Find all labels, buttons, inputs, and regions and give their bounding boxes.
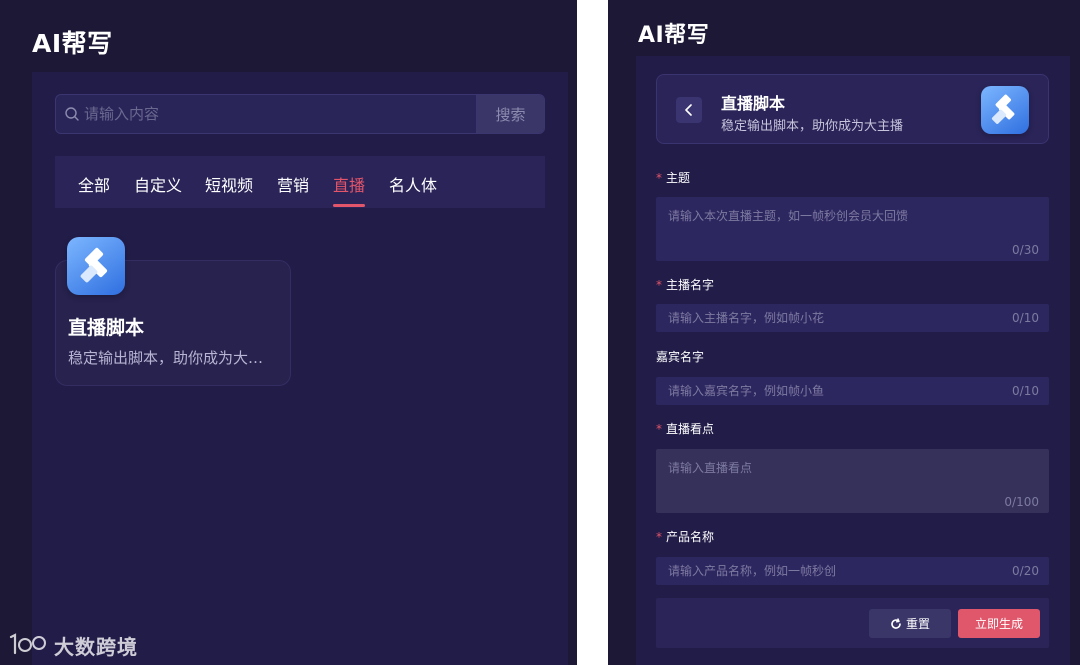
form-area: 直播脚本 稳定输出脚本，助你成为大主播 *主题 0/30 *主播名字 0/10: [636, 56, 1070, 665]
host-name-label: * 主播名字: [656, 278, 715, 292]
watermark-text: 大数跨境: [54, 634, 138, 659]
generate-button[interactable]: 立即生成: [958, 609, 1040, 638]
form-footer: 重置 立即生成: [656, 598, 1049, 648]
required-mark: *: [656, 171, 662, 185]
highlights-label: * 直播看点: [656, 422, 715, 436]
topic-field[interactable]: 0/30: [656, 197, 1049, 261]
watermark: 大数跨境: [8, 630, 138, 660]
tab-marketing[interactable]: 营销: [277, 172, 309, 196]
topic-char-count: 0/30: [1012, 243, 1039, 257]
product-name-field[interactable]: 0/20: [656, 557, 1049, 585]
topic-label: * 主题: [656, 171, 691, 185]
highlights-input[interactable]: [668, 459, 988, 489]
detail-panel: AI帮写 直播脚本 稳定输出脚本，助你成为大主播 * 主题 请输入本次直播主题，…: [608, 0, 1080, 665]
app-tile-icon: [981, 86, 1029, 134]
template-title: 直播脚本: [721, 94, 786, 113]
search-icon: [65, 107, 79, 121]
product-name-char-count: 0/20: [1012, 564, 1039, 578]
tab-all[interactable]: 全部: [78, 172, 110, 196]
host-name-field[interactable]: 0/10: [656, 304, 1049, 332]
page-title: AI帮写: [638, 23, 710, 48]
back-button[interactable]: [676, 97, 702, 123]
template-header: 直播脚本 稳定输出脚本，助你成为大主播: [656, 74, 1049, 144]
category-tabs: 全部 自定义 短视频 营销 直播 名人体: [55, 156, 545, 208]
topic-input[interactable]: [668, 207, 988, 237]
guest-name-field[interactable]: 0/10: [656, 377, 1049, 405]
list-panel: AI帮写 搜索 全部 自定义 短视频 营销 直播 名人体 直播脚本 稳定输出脚本…: [0, 0, 577, 665]
guest-name-input[interactable]: [668, 377, 988, 405]
search-input[interactable]: [84, 95, 474, 133]
content-area: 搜索 全部 自定义 短视频 营销 直播 名人体 直播脚本 稳定输出脚本，助你成为…: [32, 72, 568, 665]
template-subtitle: 稳定输出脚本，助你成为大主播: [721, 119, 904, 134]
guest-name-label: 嘉宾名字: [656, 350, 705, 364]
tab-short-video[interactable]: 短视频: [205, 172, 253, 196]
chevron-left-icon: [685, 104, 692, 116]
product-name-input[interactable]: [668, 557, 988, 585]
reset-label: 重置: [905, 617, 930, 631]
100-logo-icon: [9, 633, 46, 655]
highlights-char-count: 0/100: [1004, 495, 1039, 509]
highlights-field[interactable]: 0/100: [656, 449, 1049, 513]
required-mark: *: [656, 530, 662, 544]
product-name-label: * 产品名称: [656, 530, 715, 544]
required-mark: *: [656, 422, 662, 436]
card-title: 直播脚本: [68, 317, 145, 339]
generate-label: 立即生成: [974, 617, 1023, 631]
refresh-icon: [891, 617, 901, 629]
host-name-char-count: 0/10: [1012, 311, 1039, 325]
tab-livestream[interactable]: 直播: [333, 172, 365, 196]
host-name-input[interactable]: [668, 304, 988, 332]
reset-button[interactable]: 重置: [869, 609, 951, 638]
search-bar: 搜索: [55, 94, 545, 134]
app-tile-icon: [67, 237, 125, 295]
required-mark: *: [656, 278, 662, 292]
page-title: AI帮写: [32, 29, 113, 58]
active-tab-indicator: [333, 204, 365, 207]
tab-custom[interactable]: 自定义: [134, 172, 182, 196]
tab-celebrity-style[interactable]: 名人体: [389, 172, 437, 196]
search-button[interactable]: 搜索: [476, 95, 544, 133]
guest-name-char-count: 0/10: [1012, 384, 1039, 398]
card-description: 稳定输出脚本，助你成为大…: [68, 349, 264, 367]
